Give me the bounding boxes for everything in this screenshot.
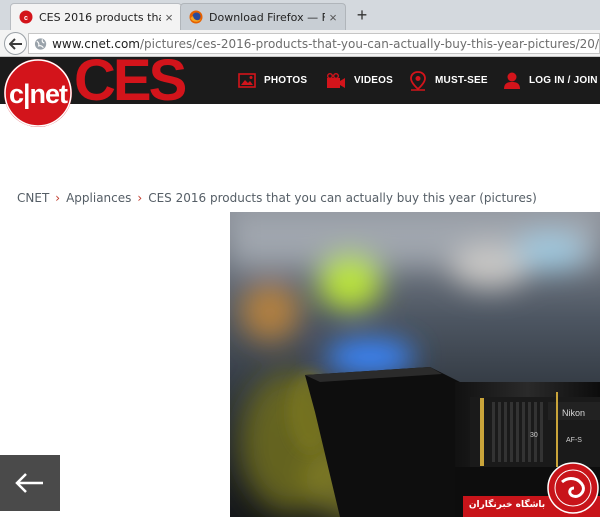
nav-login[interactable]: LOG IN / JOIN — [503, 57, 598, 104]
globe-icon — [34, 37, 47, 50]
arrow-left-icon — [8, 37, 22, 50]
back-button[interactable] — [4, 32, 27, 55]
svg-text:30: 30 — [530, 432, 538, 439]
watermark: باشگاه خبرنگاران — [463, 462, 600, 517]
cnet-favicon-icon: c — [19, 10, 33, 24]
image-icon — [238, 73, 256, 88]
nav-label: MUST-SEE — [435, 75, 488, 86]
tab-cnet[interactable]: c CES 2016 products that yo... × — [10, 3, 182, 30]
url-path: /pictures/ces-2016-products-that-you-can… — [140, 36, 599, 51]
arrow-left-icon — [15, 473, 43, 493]
firefox-favicon-icon — [189, 10, 203, 24]
ypj-seal-icon — [547, 462, 599, 514]
previous-slide-button[interactable] — [0, 455, 60, 511]
svg-text:c|net: c|net — [9, 79, 68, 109]
tab-close-icon[interactable]: × — [325, 10, 341, 25]
breadcrumb-separator: › — [137, 191, 143, 205]
watermark-text: باشگاه خبرنگاران — [468, 500, 546, 510]
video-camera-icon — [327, 72, 345, 88]
tab-title: Download Firefox — Free ... — [209, 10, 325, 24]
breadcrumb: CNET › Appliances › CES 2016 products that y… — [17, 191, 537, 205]
nav-must-see[interactable]: MUST-SEE — [409, 57, 488, 104]
nav-videos[interactable]: VIDEOS — [326, 57, 393, 104]
breadcrumb-current[interactable]: CES 2016 products that you can actually … — [148, 191, 537, 205]
ces-wordmark: CES — [74, 48, 187, 113]
nav-label: PHOTOS — [264, 75, 308, 86]
nav-label: VIDEOS — [354, 75, 393, 86]
svg-text:c: c — [24, 15, 28, 22]
svg-text:AF-S: AF-S — [566, 437, 582, 444]
nav-photos[interactable]: PHOTOS — [238, 57, 307, 104]
tab-close-icon[interactable]: × — [161, 10, 177, 25]
svg-text:Nikon: Nikon — [562, 408, 585, 418]
browser-tab-strip: c CES 2016 products that yo... × Downloa… — [0, 0, 600, 30]
cnet-logo-icon[interactable]: c|net — [3, 53, 73, 129]
breadcrumb-separator: › — [55, 191, 61, 205]
tab-title: CES 2016 products that yo... — [39, 10, 161, 24]
new-tab-button[interactable]: + — [352, 4, 372, 26]
breadcrumb-appliances[interactable]: Appliances — [66, 191, 131, 205]
nav-label: LOG IN / JOIN — [529, 75, 598, 86]
tab-firefox[interactable]: Download Firefox — Free ... × — [180, 3, 346, 30]
location-pin-icon — [410, 70, 426, 91]
breadcrumb-cnet[interactable]: CNET — [17, 191, 49, 205]
user-icon — [504, 72, 520, 89]
